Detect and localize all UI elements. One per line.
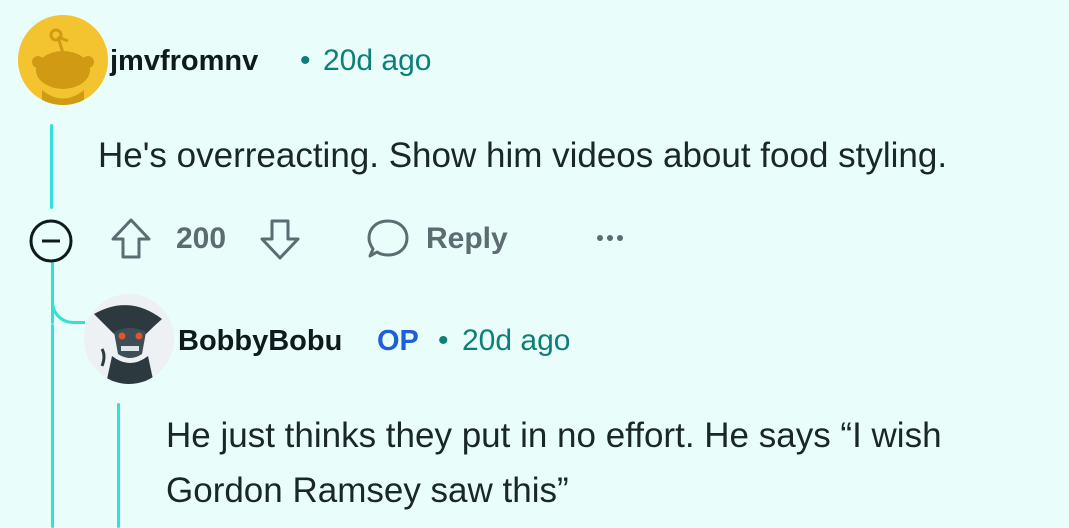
op-badge: OP <box>377 325 419 357</box>
snoo-avatar-icon <box>18 15 108 105</box>
thread-line-reply[interactable] <box>117 403 120 528</box>
comment-meta-separator: • <box>300 44 311 77</box>
reply-meta-separator: • <box>438 324 449 357</box>
reply-timestamp[interactable]: 20d ago <box>462 324 570 358</box>
comment-body: He's overreacting. Show him videos about… <box>98 136 948 175</box>
reply-body-line-2: Gordon Ramsey saw this” <box>166 471 569 510</box>
reply-button[interactable]: Reply <box>366 216 508 262</box>
alien-avatar-icon <box>84 294 174 384</box>
downvote-button[interactable] <box>257 216 303 262</box>
upvote-button[interactable] <box>108 216 154 262</box>
reply-body-line-1: He just thinks they put in no effort. He… <box>166 416 942 455</box>
avatar[interactable] <box>18 15 108 105</box>
ellipsis-icon <box>597 235 623 241</box>
thread-line-main[interactable] <box>50 124 53 209</box>
thread-line-left-continue[interactable] <box>51 324 54 528</box>
comment-timestamp[interactable]: 20d ago <box>323 44 431 78</box>
downvote-arrow-icon <box>260 219 300 260</box>
vote-score: 200 <box>176 222 227 255</box>
avatar[interactable] <box>84 294 174 384</box>
speech-bubble-icon <box>367 219 409 258</box>
collapse-thread-button[interactable] <box>28 218 74 264</box>
minus-circle-icon <box>29 219 73 263</box>
comment-username[interactable]: jmvfromnv <box>110 45 258 78</box>
more-options-button[interactable] <box>590 218 630 258</box>
reply-label: Reply <box>426 222 508 255</box>
reply-username[interactable]: BobbyBobu <box>178 325 342 358</box>
upvote-arrow-icon <box>111 218 151 259</box>
thread-elbow-connector <box>51 280 85 324</box>
